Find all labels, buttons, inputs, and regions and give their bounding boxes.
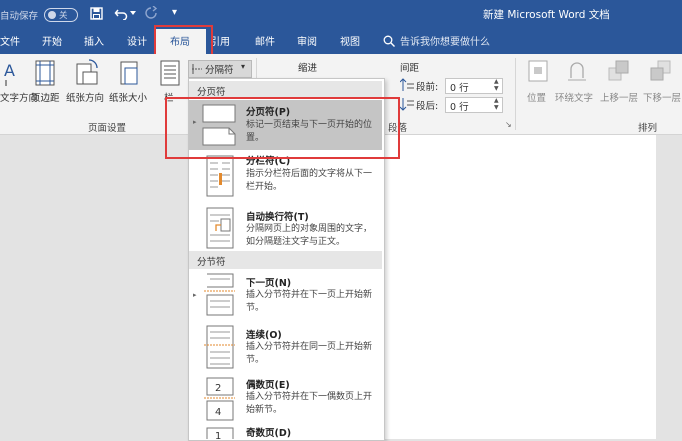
text-wrapping-break-item[interactable]: 自动换行符(T) 分隔网页上的对象周围的文字，如分隔题注文字与正文。 [189,203,382,253]
spacing-after-value: 0 行 [450,102,469,113]
next-page-desc: 插入分节符并在下一页上开始新节。 [246,290,373,313]
breaks-label: 分隔符 [205,65,234,76]
position-icon [528,60,548,82]
even-page-desc: 插入分节符并在下一偶数页上开始新节。 [246,392,373,415]
breaks-button[interactable]: 分隔符 ▾ [188,60,252,78]
lightbulb-search-icon [383,35,395,47]
svg-text:4: 4 [215,407,221,418]
autosave-toggle[interactable]: 关 [44,8,78,22]
text-direction-icon: A [4,61,15,86]
undo-dropdown-icon[interactable] [130,11,136,15]
even-page-title: 偶数页(E) [246,380,290,391]
continuous-icon [204,325,235,369]
page-breaks-header-label: 分页符 [197,87,226,98]
tab-design[interactable]: 设计 [127,33,147,48]
next-page-icon [204,273,235,316]
undo-icon[interactable] [114,6,128,20]
spinner-arrows-icon[interactable]: ▲ ▼ [494,78,499,92]
spinner-arrows-icon[interactable]: ▲ ▼ [494,97,499,111]
spacing-before-value: 0 行 [450,83,469,94]
column-break-icon [206,155,234,197]
text-wrapping-break-icon [206,207,234,249]
breaks-dropdown-icon: ▾ [241,62,246,71]
tab-review[interactable]: 审阅 [297,33,317,48]
position-button[interactable]: 位置 [527,90,546,104]
bring-forward-button[interactable]: 上移一层 [600,90,638,104]
continuous-title: 连续(O) [246,330,282,341]
text-wrapping-break-desc: 分隔网页上的对象周围的文字，如分隔题注文字与正文。 [246,224,373,247]
next-page-item[interactable]: ▸ 下一页(N) 插入分节符并在下一页上开始新节。 [189,271,382,321]
paper-size-icon [120,61,138,85]
indent-label: 缩进 [298,63,318,74]
continuous-desc: 插入分节符并在同一页上开始新节。 [246,342,373,365]
columns-icon [160,60,180,86]
window-title: 新建 Microsoft Word 文档 [483,9,610,21]
paper-size-button[interactable]: 纸张大小 [109,90,147,104]
odd-page-icon: 1 [206,427,234,439]
arrange-group-label: 排列 [638,123,658,134]
column-break-desc: 指示分栏符后面的文字将从下一栏开始。 [246,169,373,192]
tab-view[interactable]: 视图 [340,33,360,48]
odd-page-title: 奇数页(D) [246,428,292,439]
wrap-text-button[interactable]: 环绕文字 [555,90,593,104]
spacing-after-input[interactable]: 0 行 ▲ ▼ [445,97,503,113]
send-backward-button[interactable]: 下移一层 [643,90,681,104]
odd-page-item[interactable]: 1 奇数页(D) [189,425,382,439]
send-backward-icon [650,60,671,81]
svg-text:1: 1 [215,431,221,439]
spacing-before-icon [400,78,414,91]
submenu-pointer-icon: ▸ [193,291,197,299]
spacing-after-label: 段后: [416,101,439,112]
breaks-icon [192,64,202,74]
autosave-label: 自动保存 [0,11,39,22]
tab-mailings[interactable]: 邮件 [255,33,275,48]
svg-text:2: 2 [215,383,221,394]
page-setup-group-label: 页面设置 [88,123,127,134]
wrap-text-icon [568,62,586,81]
ribbon-tabs: 文件 开始 插入 设计 布局 引用 邮件 审阅 视图 告诉我你想要做什么 [0,27,682,54]
next-page-title: 下一页(N) [246,278,292,289]
even-page-item[interactable]: 2 4 偶数页(E) 插入分节符并在下一偶数页上开始新节。 [189,375,382,425]
customize-toolbar-icon[interactable]: ▾ [172,7,177,18]
tab-home[interactable]: 开始 [42,33,62,48]
title-bar: 自动保存 关 ▾ 新建 Microsoft Word 文档 [0,0,682,27]
tell-me-input[interactable]: 告诉我你想要做什么 [400,33,490,48]
continuous-item[interactable]: 连续(O) 插入分节符并在同一页上开始新节。 [189,323,382,373]
paragraph-launcher-icon[interactable]: ↘ [505,120,512,129]
svg-text:A: A [4,61,15,80]
text-wrapping-break-title: 自动换行符(T) [246,212,309,223]
bring-forward-icon [608,60,629,81]
tab-file[interactable]: 文件 [0,33,20,48]
spacing-after-icon [400,98,414,111]
spacing-before-label: 段前: [416,82,439,93]
margins-icon [35,60,55,86]
spacing-before-input[interactable]: 0 行 ▲ ▼ [445,78,503,94]
even-page-icon: 2 4 [204,377,235,421]
tab-insert[interactable]: 插入 [84,33,104,48]
toggle-knob [48,11,56,19]
orientation-button[interactable]: 纸张方向 [66,90,104,104]
ribbon-separator [515,58,516,130]
tab-references[interactable]: 引用 [210,33,230,48]
autosave-state: 关 [59,11,68,21]
save-icon[interactable] [90,7,103,20]
section-breaks-header-label: 分节符 [197,257,226,268]
margins-button[interactable]: 页边距 [31,90,60,104]
page-break-highlight [165,97,400,159]
section-breaks-header: 分节符 [189,251,382,269]
orientation-icon [76,59,98,85]
spacing-label: 间距 [400,63,420,74]
redo-icon[interactable] [144,6,158,20]
